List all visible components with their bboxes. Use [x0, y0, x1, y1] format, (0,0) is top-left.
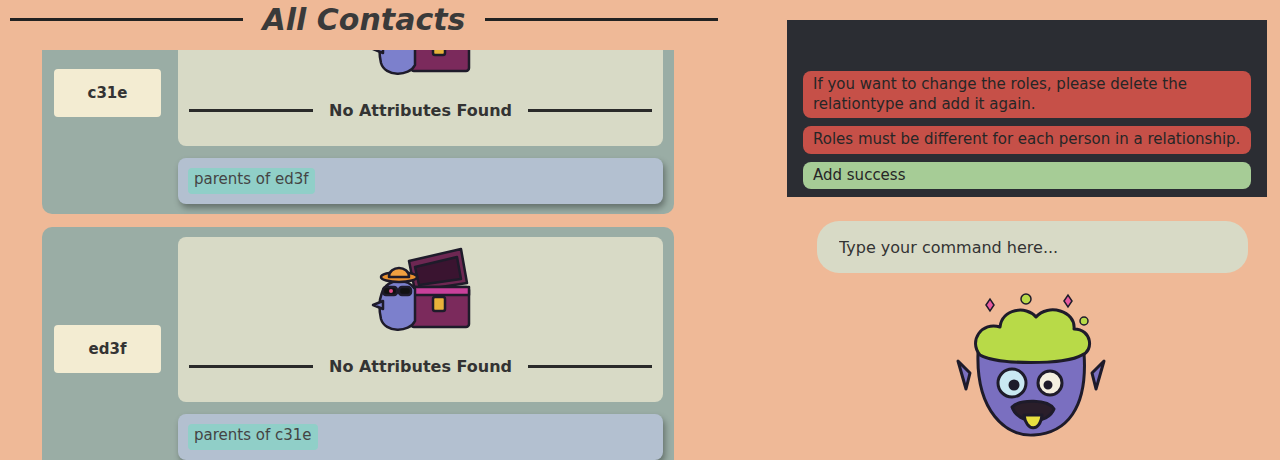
attributes-panel: No Attributes Found — [178, 237, 663, 402]
relations-panel: parents of ed3f — [178, 158, 663, 204]
command-column: If you want to change the roles, please … — [787, 0, 1267, 460]
command-input[interactable] — [817, 221, 1248, 273]
header-line — [10, 18, 243, 21]
divider-line — [528, 365, 652, 368]
contacts-title: All Contacts — [243, 2, 486, 37]
contact-list[interactable]: c31e No Attributes Found parents of ed3f ed… — [42, 50, 674, 460]
empty-attributes: No Attributes Found — [189, 357, 652, 376]
empty-attributes-text: No Attributes Found — [313, 101, 528, 120]
relation-tag: parents of ed3f — [188, 168, 315, 194]
message-log: If you want to change the roles, please … — [787, 20, 1267, 197]
brain-mascot-icon — [956, 291, 1106, 439]
relations-panel: parents of c31e — [178, 414, 663, 460]
page: All Contacts c31e No Attributes Found paren… — [0, 0, 1280, 460]
error-message: Roles must be different for each person … — [803, 126, 1251, 154]
success-message: Add success — [803, 162, 1251, 190]
attributes-panel: No Attributes Found — [178, 50, 663, 146]
empty-attributes-text: No Attributes Found — [313, 357, 528, 376]
contact-name: ed3f — [54, 325, 161, 373]
header-line — [485, 18, 718, 21]
divider-line — [189, 365, 313, 368]
divider-line — [189, 109, 313, 112]
contacts-header: All Contacts — [10, 0, 718, 38]
contacts-column: All Contacts c31e No Attributes Found paren… — [0, 0, 720, 460]
error-message: If you want to change the roles, please … — [803, 71, 1251, 118]
empty-attributes: No Attributes Found — [189, 101, 652, 120]
contact-name: c31e — [54, 69, 161, 117]
relation-tag: parents of c31e — [188, 424, 318, 450]
mascot — [787, 291, 1267, 439]
contact-card: c31e No Attributes Found parents of ed3f — [42, 50, 674, 214]
treasure-chest-icon — [369, 50, 473, 81]
treasure-chest-icon — [369, 241, 473, 337]
contact-body: No Attributes Found parents of c31e — [178, 237, 663, 460]
contact-body: No Attributes Found parents of ed3f — [178, 50, 663, 204]
contact-card: ed3f No Attributes Found parents of c31e — [42, 227, 674, 460]
divider-line — [528, 109, 652, 112]
